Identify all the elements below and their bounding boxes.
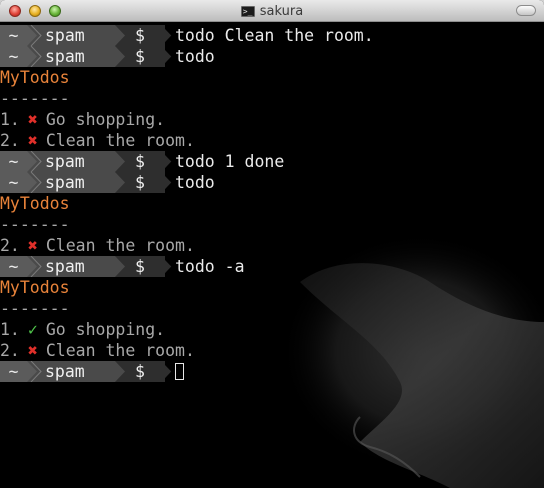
prompt-symbol-segment: $ bbox=[131, 46, 165, 67]
undone-icon: ✖ bbox=[27, 110, 38, 129]
prompt-user-segment: spam bbox=[43, 256, 115, 277]
title-bar[interactable]: >_ sakura bbox=[0, 0, 544, 22]
todo-item: 1. ✖ Go shopping. bbox=[0, 109, 544, 130]
todo-number: 1. bbox=[0, 320, 20, 339]
prompt-symbol-segment: $ bbox=[131, 361, 165, 382]
prompt-user-segment: spam bbox=[43, 172, 115, 193]
command-text: todo bbox=[175, 173, 215, 192]
prompt-symbol-segment: $ bbox=[131, 256, 165, 277]
command-text: todo Clean the room. bbox=[175, 26, 374, 45]
todo-number: 2. bbox=[0, 131, 20, 150]
list-heading: MyTodos bbox=[0, 278, 70, 297]
todo-text: Clean the room. bbox=[45, 236, 195, 255]
prompt-cwd-segment: ~ bbox=[0, 172, 27, 193]
list-heading: MyTodos bbox=[0, 194, 70, 213]
toolbar-toggle-button[interactable] bbox=[516, 5, 536, 16]
prompt-separator-icon bbox=[27, 172, 43, 193]
prompt-user-segment: spam bbox=[43, 151, 115, 172]
prompt-cwd-segment: ~ bbox=[0, 25, 27, 46]
todo-item: 1. ✓ Go shopping. bbox=[0, 319, 544, 340]
prompt-cwd-segment: ~ bbox=[0, 256, 27, 277]
prompt-cwd-segment: ~ bbox=[0, 46, 27, 67]
prompt-separator-icon bbox=[165, 364, 172, 379]
prompt-separator-icon bbox=[165, 28, 172, 43]
prompt-separator-icon bbox=[27, 151, 43, 172]
todo-item: 2. ✖ Clean the room. bbox=[0, 235, 544, 256]
prompt-separator-icon bbox=[27, 46, 43, 67]
todo-item: 2. ✖ Clean the room. bbox=[0, 130, 544, 151]
prompt-user-segment: spam bbox=[43, 25, 115, 46]
prompt-separator-icon bbox=[165, 175, 172, 190]
todo-text: Clean the room. bbox=[45, 341, 195, 360]
prompt-separator-icon bbox=[115, 256, 131, 277]
list-rule: ------- bbox=[0, 89, 70, 108]
prompt-line: ~ spam $ todo -a bbox=[0, 256, 544, 277]
prompt-separator-icon bbox=[165, 49, 172, 64]
command-text: todo 1 done bbox=[175, 152, 285, 171]
prompt-separator-icon bbox=[27, 361, 43, 382]
prompt-user-segment: spam bbox=[43, 46, 115, 67]
prompt-symbol-segment: $ bbox=[131, 151, 165, 172]
terminal-window: >_ sakura ~ spam $ todo Clean the room. … bbox=[0, 0, 544, 488]
terminal-output: ~ spam $ todo Clean the room. ~ spam $ t… bbox=[0, 25, 544, 382]
prompt-line: ~ spam $ todo bbox=[0, 46, 544, 67]
prompt-separator-icon bbox=[115, 151, 131, 172]
undone-icon: ✖ bbox=[27, 236, 38, 255]
active-prompt-line[interactable]: ~ spam $ bbox=[0, 361, 544, 382]
terminal-icon: >_ bbox=[240, 5, 255, 17]
done-icon: ✓ bbox=[27, 320, 38, 339]
prompt-symbol-segment: $ bbox=[131, 172, 165, 193]
prompt-line: ~ spam $ todo 1 done bbox=[0, 151, 544, 172]
prompt-separator-icon bbox=[27, 25, 43, 46]
undone-icon: ✖ bbox=[27, 341, 38, 360]
prompt-separator-icon bbox=[165, 154, 172, 169]
undone-icon: ✖ bbox=[27, 131, 38, 150]
command-text: todo -a bbox=[175, 257, 245, 276]
window-title-area: >_ sakura bbox=[0, 0, 544, 22]
prompt-line: ~ spam $ todo Clean the room. bbox=[0, 25, 544, 46]
prompt-separator-icon bbox=[27, 256, 43, 277]
window-title: sakura bbox=[259, 3, 304, 19]
todo-text: Go shopping. bbox=[45, 110, 166, 129]
prompt-separator-icon bbox=[115, 25, 131, 46]
prompt-separator-icon bbox=[115, 172, 131, 193]
prompt-separator-icon bbox=[165, 259, 172, 274]
todo-number: 1. bbox=[0, 110, 20, 129]
command-text: todo bbox=[175, 47, 215, 66]
todo-text: Go shopping. bbox=[45, 320, 166, 339]
text-cursor[interactable] bbox=[175, 363, 184, 380]
prompt-separator-icon bbox=[115, 361, 131, 382]
todo-item: 2. ✖ Clean the room. bbox=[0, 340, 544, 361]
todo-number: 2. bbox=[0, 341, 20, 360]
prompt-user-segment: spam bbox=[43, 361, 115, 382]
list-rule: ------- bbox=[0, 215, 70, 234]
prompt-symbol-segment: $ bbox=[131, 25, 165, 46]
prompt-line: ~ spam $ todo bbox=[0, 172, 544, 193]
prompt-cwd-segment: ~ bbox=[0, 361, 27, 382]
list-rule: ------- bbox=[0, 299, 70, 318]
terminal-area[interactable]: ~ spam $ todo Clean the room. ~ spam $ t… bbox=[0, 22, 544, 488]
todo-text: Clean the room. bbox=[45, 131, 195, 150]
list-heading: MyTodos bbox=[0, 68, 70, 87]
todo-number: 2. bbox=[0, 236, 20, 255]
prompt-cwd-segment: ~ bbox=[0, 151, 27, 172]
prompt-separator-icon bbox=[115, 46, 131, 67]
